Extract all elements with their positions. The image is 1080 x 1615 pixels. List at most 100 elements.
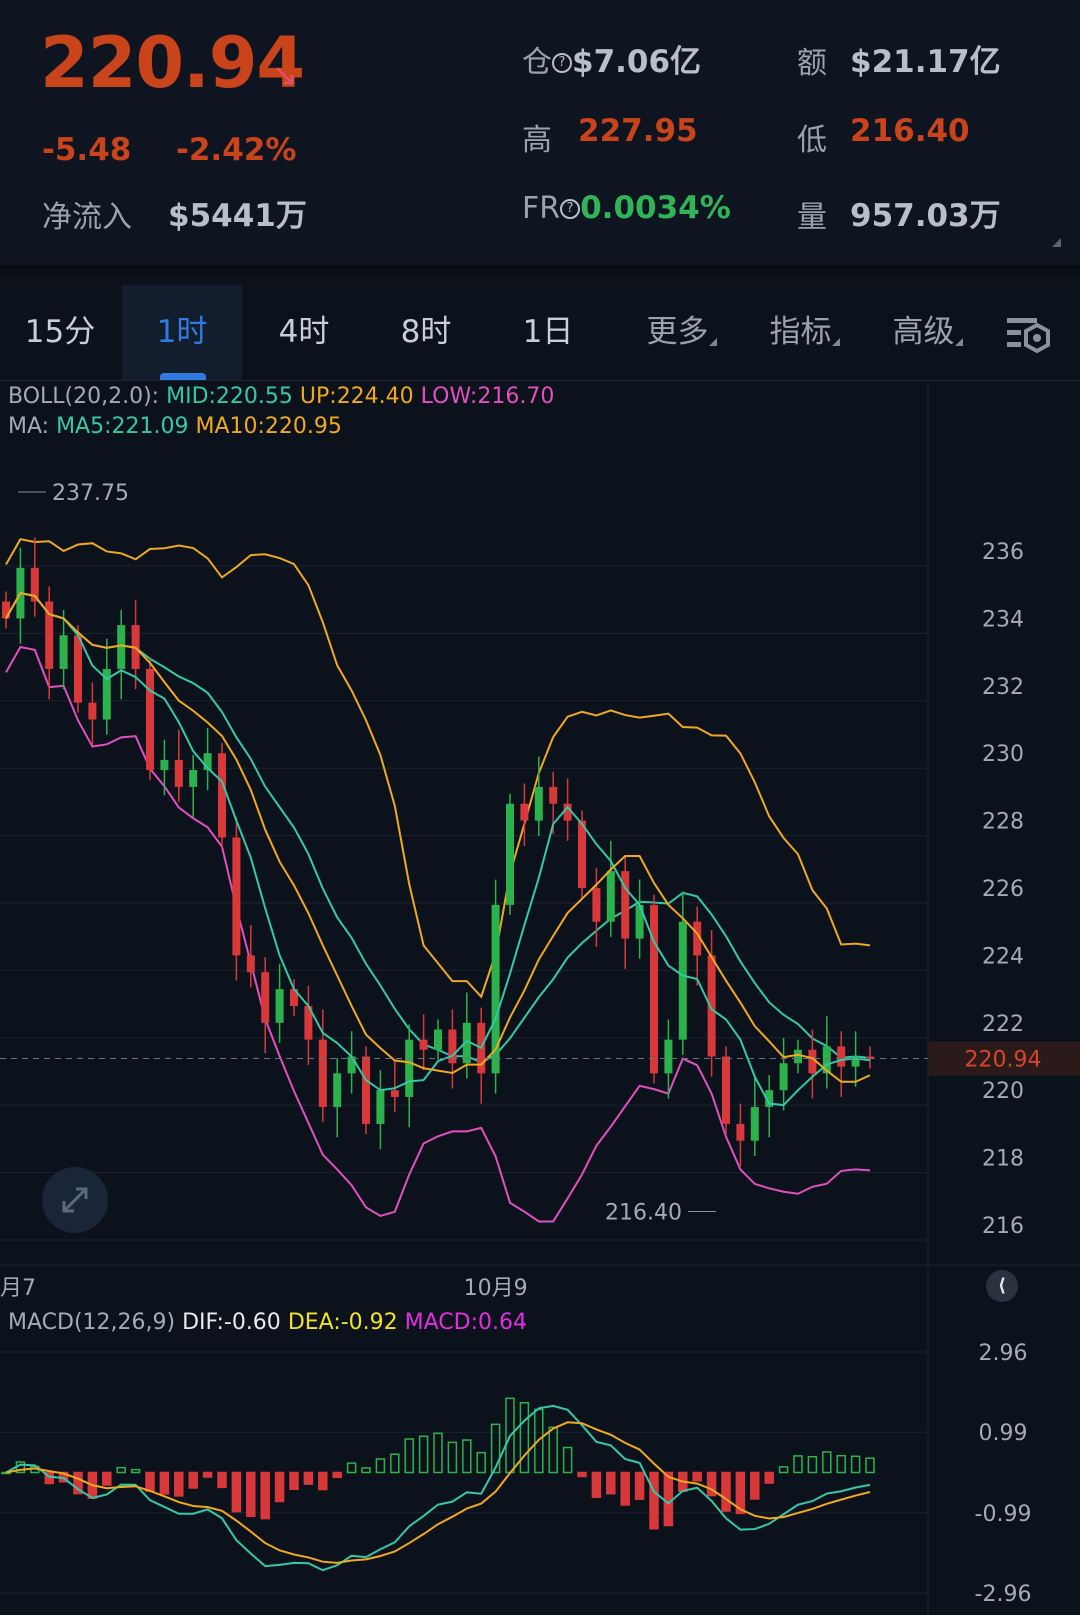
price-tick-label: 234 (982, 607, 1024, 632)
macd-histogram-bar (116, 1466, 126, 1474)
volume-label: 量 (797, 200, 827, 235)
macd-histogram-bar (577, 1471, 587, 1478)
candle-body (362, 1056, 370, 1124)
candle-body (606, 871, 615, 922)
macd-histogram-bar (807, 1455, 818, 1474)
macd-histogram-bar (346, 1462, 357, 1474)
tab-indicators[interactable]: 指标 (743, 285, 858, 380)
macd-histogram-bar (634, 1471, 645, 1500)
candle-body (2, 601, 10, 619)
price-tick-label: 216 (982, 1214, 1024, 1239)
candle-body (160, 759, 169, 771)
price-chart[interactable]: 236 234 232 230 228 226 224 222 220 218 216 220.94 2… (0, 380, 1080, 1305)
candle-body (678, 921, 687, 1040)
macd-histogram-bar (591, 1471, 602, 1498)
tab-1d[interactable]: 1日 (488, 285, 608, 380)
candle-body (174, 759, 183, 787)
expand-corner-icon[interactable] (1052, 238, 1061, 247)
macd-tick-label: -0.99 (975, 1502, 1032, 1527)
tab-more[interactable]: 更多 (620, 285, 735, 380)
candle-body (117, 625, 126, 669)
macd-histogram-bar (260, 1471, 270, 1520)
help-icon[interactable]: ? (552, 53, 572, 73)
open-interest: 仓? $7.06亿 (522, 36, 701, 81)
macd-histogram-bar (778, 1466, 789, 1474)
candle-body (88, 702, 97, 720)
price-change: -5.48 (42, 132, 132, 168)
macd-histogram-bar (332, 1471, 342, 1479)
tab-1h[interactable]: 1时 (122, 285, 242, 380)
macd-histogram-bar (289, 1471, 299, 1490)
macd-histogram-bar (231, 1471, 242, 1513)
fullscreen-button[interactable] (42, 1167, 108, 1233)
price-tick-label: 218 (982, 1147, 1024, 1172)
macd-histogram-bar (318, 1471, 328, 1491)
macd-histogram-bar (750, 1471, 760, 1500)
candle-body (837, 1046, 846, 1067)
macd-histogram-bar (375, 1458, 386, 1474)
candle-body (578, 820, 586, 888)
oi-value: $7.06亿 (572, 44, 702, 80)
macd-histogram-bar (404, 1438, 414, 1474)
tab-15m[interactable]: 15分 (0, 285, 120, 380)
price-tick-label: 230 (982, 742, 1024, 767)
last-price: 220.94 (40, 22, 305, 104)
macd-histogram-bar (361, 1467, 371, 1474)
tab-advanced[interactable]: 高级 (866, 285, 981, 380)
macd-histogram-bar (519, 1402, 530, 1474)
scroll-to-latest-button[interactable]: ⟨ (986, 1270, 1018, 1302)
candle-body (218, 753, 226, 838)
candle-body (59, 635, 68, 669)
candle-body (794, 1049, 802, 1064)
macd-histogram-bar (145, 1471, 155, 1492)
chart-settings-icon[interactable] (1005, 315, 1055, 355)
candle-body (318, 1039, 327, 1108)
time-axis-label: 10月9 (464, 1276, 528, 1301)
help-icon[interactable]: ? (560, 199, 581, 219)
tab-8h[interactable]: 8时 (366, 285, 486, 380)
candle-body (146, 668, 154, 771)
candle-body (232, 837, 241, 956)
current-price-label: 220.94 (965, 1048, 1042, 1073)
net-inflow-value: $5441万 (168, 198, 307, 234)
candle-body (650, 904, 658, 1074)
tab-4h[interactable]: 4时 (244, 285, 364, 380)
macd-histogram-bar (462, 1439, 472, 1474)
high-label: 高 (522, 123, 552, 158)
min-price-label: 216.40 (605, 1201, 682, 1226)
candle-body (347, 1056, 356, 1074)
candle-body (779, 1063, 788, 1091)
macd-histogram-bar (130, 1468, 141, 1474)
divider (0, 265, 1080, 285)
price-tick-label: 232 (982, 675, 1024, 700)
fr-label: FR (522, 191, 561, 226)
macd-histogram-bar (433, 1432, 443, 1474)
price-tick-label: 226 (982, 877, 1024, 902)
candle-body (419, 1039, 428, 1050)
candle-body (405, 1039, 414, 1097)
turnover-value: $21.17亿 (850, 44, 1001, 80)
candle-body (434, 1029, 442, 1050)
price-tick-label: 220 (982, 1079, 1024, 1104)
macd-histogram-bar (202, 1471, 213, 1478)
macd-histogram-bar (476, 1451, 486, 1474)
candle-body (534, 786, 543, 821)
macd-histogram-bar (274, 1471, 285, 1503)
macd-histogram-bar (246, 1471, 256, 1518)
candle-body (390, 1090, 399, 1097)
macd-histogram-bar (663, 1471, 674, 1527)
active-tab-indicator (160, 373, 206, 380)
ticker-header: 220.94 ↘ -5.48 -2.42% 净流入 $5441万 仓? $7.06… (0, 0, 1080, 265)
time-axis-label: 月7 (0, 1276, 36, 1301)
macd-histogram-bar (865, 1457, 875, 1474)
candle-body (750, 1107, 759, 1141)
macd-histogram-bar (217, 1471, 227, 1489)
macd-histogram-bar (174, 1471, 184, 1497)
macd-histogram-bar (692, 1471, 702, 1482)
candle-body (707, 955, 716, 1057)
macd-histogram-bar (850, 1455, 861, 1474)
low-label: 低 (797, 123, 827, 158)
macd-histogram-bar (793, 1455, 803, 1474)
macd-chart[interactable]: 2.96 0.99 -0.99 -2.96 (0, 1305, 1080, 1615)
macd-histogram-bar (188, 1471, 198, 1489)
